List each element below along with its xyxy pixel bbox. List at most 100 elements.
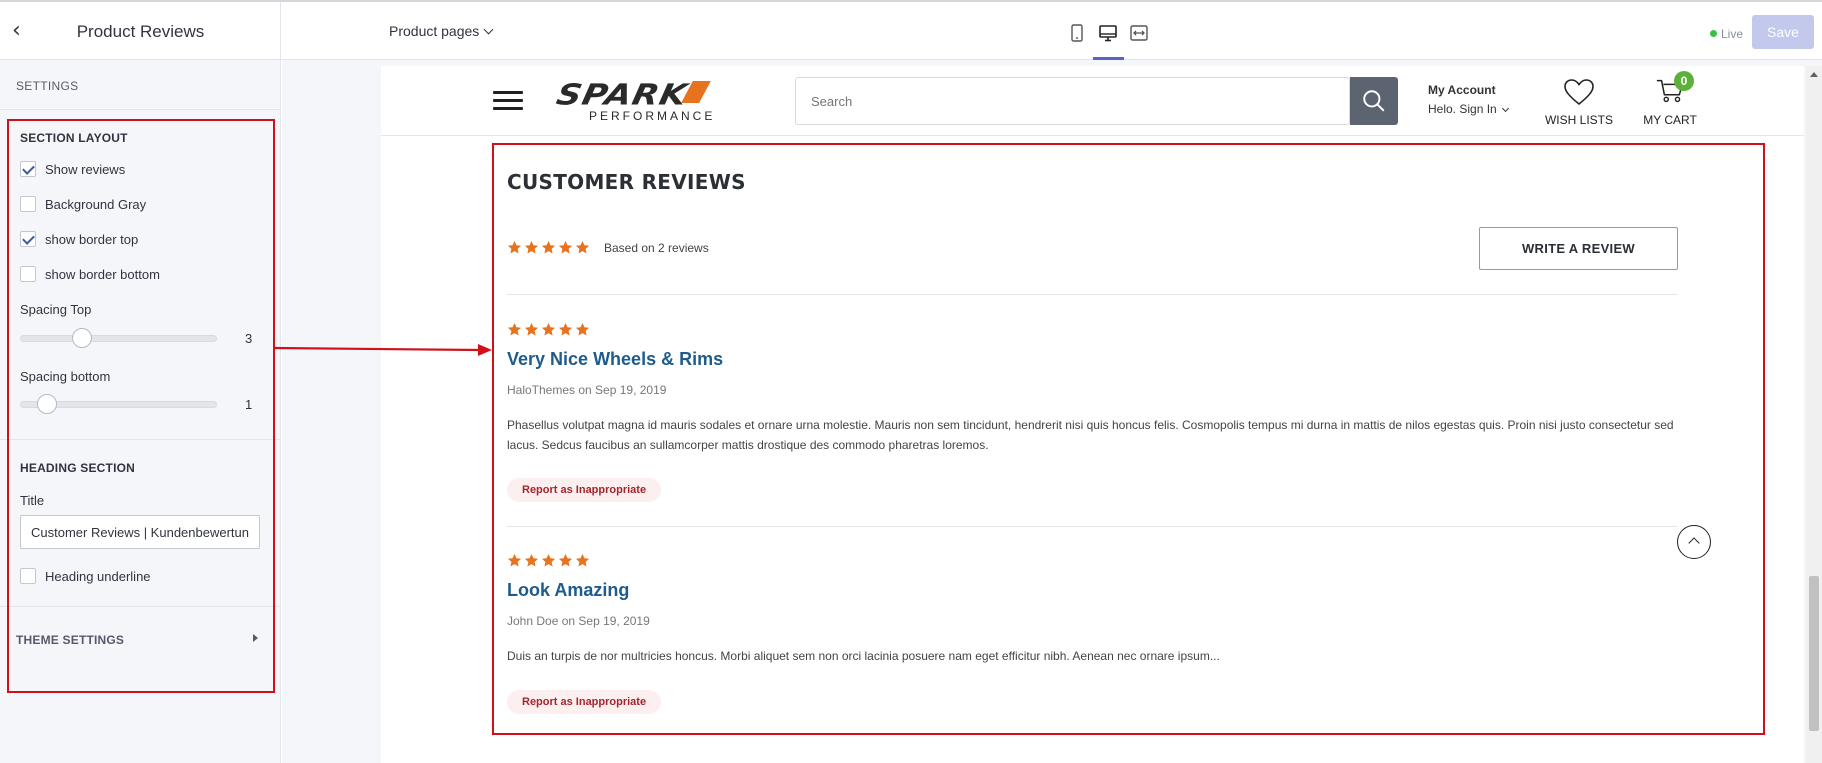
write-review-button[interactable]: WRITE A REVIEW — [1479, 227, 1678, 270]
report-button[interactable]: Report as Inappropriate — [507, 690, 662, 714]
checkbox-unchecked[interactable] — [20, 568, 36, 584]
background-gray-label: Background Gray — [45, 196, 147, 212]
star-icon — [575, 322, 590, 336]
save-button[interactable]: Save — [1752, 15, 1814, 49]
star-icon — [524, 553, 539, 567]
live-status: Live — [1710, 27, 1743, 41]
settings-panel: SETTINGS SECTION LAYOUT Show reviews Bac… — [0, 60, 281, 763]
heading-underline-checkbox[interactable]: Heading underline — [20, 567, 151, 585]
spacing-bottom-label: Spacing bottom — [20, 369, 111, 384]
star-icon — [524, 240, 539, 254]
heading-section-heading: HEADING SECTION — [20, 461, 136, 475]
review-title[interactable]: Very Nice Wheels & Rims — [507, 349, 723, 370]
cart-link[interactable]: 0 MY CART — [1641, 71, 1699, 127]
slider-thumb[interactable] — [37, 394, 57, 414]
panel-header: ‹ Product Reviews — [0, 2, 281, 60]
report-button[interactable]: Report as Inappropriate — [507, 478, 662, 502]
theme-settings-label: THEME SETTINGS — [16, 633, 125, 647]
review-title[interactable]: Look Amazing — [507, 580, 629, 601]
reviews-heading: CUSTOMER REVIEWS — [507, 170, 746, 194]
checkbox-unchecked[interactable] — [20, 266, 36, 282]
show-border-top-checkbox[interactable]: show border top — [20, 230, 138, 248]
search-button[interactable] — [1350, 77, 1398, 125]
desktop-icon[interactable] — [1097, 22, 1119, 44]
back-to-top-button[interactable] — [1677, 525, 1711, 559]
store-search-input[interactable] — [796, 78, 1351, 124]
sign-in-label: Helo. Sign In — [1428, 102, 1497, 116]
star-icon — [507, 322, 522, 336]
review-body: Phasellus volutpat magna id mauris sodal… — [507, 418, 1674, 452]
live-dot-icon — [1710, 30, 1717, 37]
divider — [0, 606, 280, 607]
show-reviews-label: Show reviews — [45, 161, 126, 177]
panel-title: Product Reviews — [76, 22, 205, 41]
fullwidth-icon[interactable] — [1128, 22, 1150, 44]
checkbox-checked[interactable] — [20, 161, 36, 177]
star-icon — [558, 240, 573, 254]
editor-topbar: ‹ Product Reviews Product pages Live Sav… — [0, 0, 1822, 60]
star-icon — [524, 322, 539, 336]
checkbox-checked[interactable] — [20, 231, 36, 247]
reviews-count-text: Based on 2 reviews — [604, 241, 709, 255]
star-icon — [558, 553, 573, 567]
star-icon — [575, 553, 590, 567]
divider — [0, 109, 280, 110]
heart-icon — [1564, 79, 1594, 106]
review-author-date: John Doe on Sep 19, 2019 — [507, 614, 650, 628]
wishlist-label: WISH LISTS — [1544, 113, 1613, 127]
show-border-bottom-label: show border bottom — [45, 266, 160, 282]
show-reviews-checkbox[interactable]: Show reviews — [20, 160, 125, 178]
spacing-top-value: 3 — [245, 331, 253, 346]
divider — [507, 294, 1678, 295]
chevron-down-icon — [1501, 104, 1509, 113]
hamburger-menu-icon[interactable] — [493, 91, 523, 111]
spacing-bottom-value: 1 — [245, 397, 253, 412]
star-icon — [575, 240, 590, 254]
section-layout-heading: SECTION LAYOUT — [20, 131, 128, 145]
wishlist-link[interactable]: WISH LISTS — [1543, 78, 1615, 127]
page-type-dropdown[interactable]: Product pages — [389, 23, 494, 39]
preview-scrollbar[interactable] — [1806, 66, 1822, 763]
divider — [507, 526, 1678, 527]
review-rating-stars — [507, 322, 590, 337]
show-border-bottom-checkbox[interactable]: show border bottom — [20, 265, 160, 283]
cart-count-badge: 0 — [1674, 71, 1694, 91]
checkbox-unchecked[interactable] — [20, 196, 36, 212]
scroll-up-arrow-icon[interactable] — [1810, 72, 1818, 77]
scrollbar-thumb[interactable] — [1809, 576, 1819, 731]
title-field-label: Title — [20, 493, 45, 508]
slider-thumb[interactable] — [72, 328, 92, 348]
review-rating-stars — [507, 553, 590, 568]
star-icon — [541, 553, 556, 567]
review-author-date: HaloThemes on Sep 19, 2019 — [507, 383, 667, 397]
show-border-top-label: show border top — [45, 231, 139, 247]
account-menu[interactable]: My Account Helo. Sign In — [1428, 83, 1509, 116]
star-icon — [541, 240, 556, 254]
title-input[interactable] — [20, 515, 260, 549]
live-label: Live — [1721, 27, 1744, 41]
store-search-box — [795, 77, 1351, 125]
background-gray-checkbox[interactable]: Background Gray — [20, 195, 146, 213]
store-logo[interactable]: SPARK PERFORMANCE — [553, 78, 759, 123]
logo-subtext: PERFORMANCE — [589, 109, 716, 123]
spacing-bottom-slider[interactable] — [20, 394, 217, 416]
logo-wordmark: SPARK — [553, 78, 691, 112]
star-icon — [507, 553, 522, 567]
spacing-top-label: Spacing Top — [20, 302, 92, 317]
theme-settings-toggle[interactable]: THEME SETTINGS — [16, 631, 260, 649]
account-title: My Account — [1428, 83, 1496, 97]
chevron-down-icon — [483, 24, 494, 35]
star-icon — [507, 240, 522, 254]
slider-track — [20, 335, 217, 342]
page-type-label: Product pages — [389, 23, 480, 39]
search-icon — [1363, 90, 1385, 112]
sign-in-link[interactable]: Helo. Sign In — [1428, 102, 1509, 116]
star-icon — [558, 322, 573, 336]
heading-underline-label: Heading underline — [45, 568, 151, 584]
caret-right-icon — [253, 634, 258, 642]
review-body: Duis an turpis de nor multricies honcus.… — [507, 649, 1220, 663]
spacing-top-slider[interactable] — [20, 328, 217, 350]
cart-label: MY CART — [1643, 113, 1697, 127]
mobile-icon[interactable] — [1066, 22, 1088, 44]
star-icon — [541, 322, 556, 336]
